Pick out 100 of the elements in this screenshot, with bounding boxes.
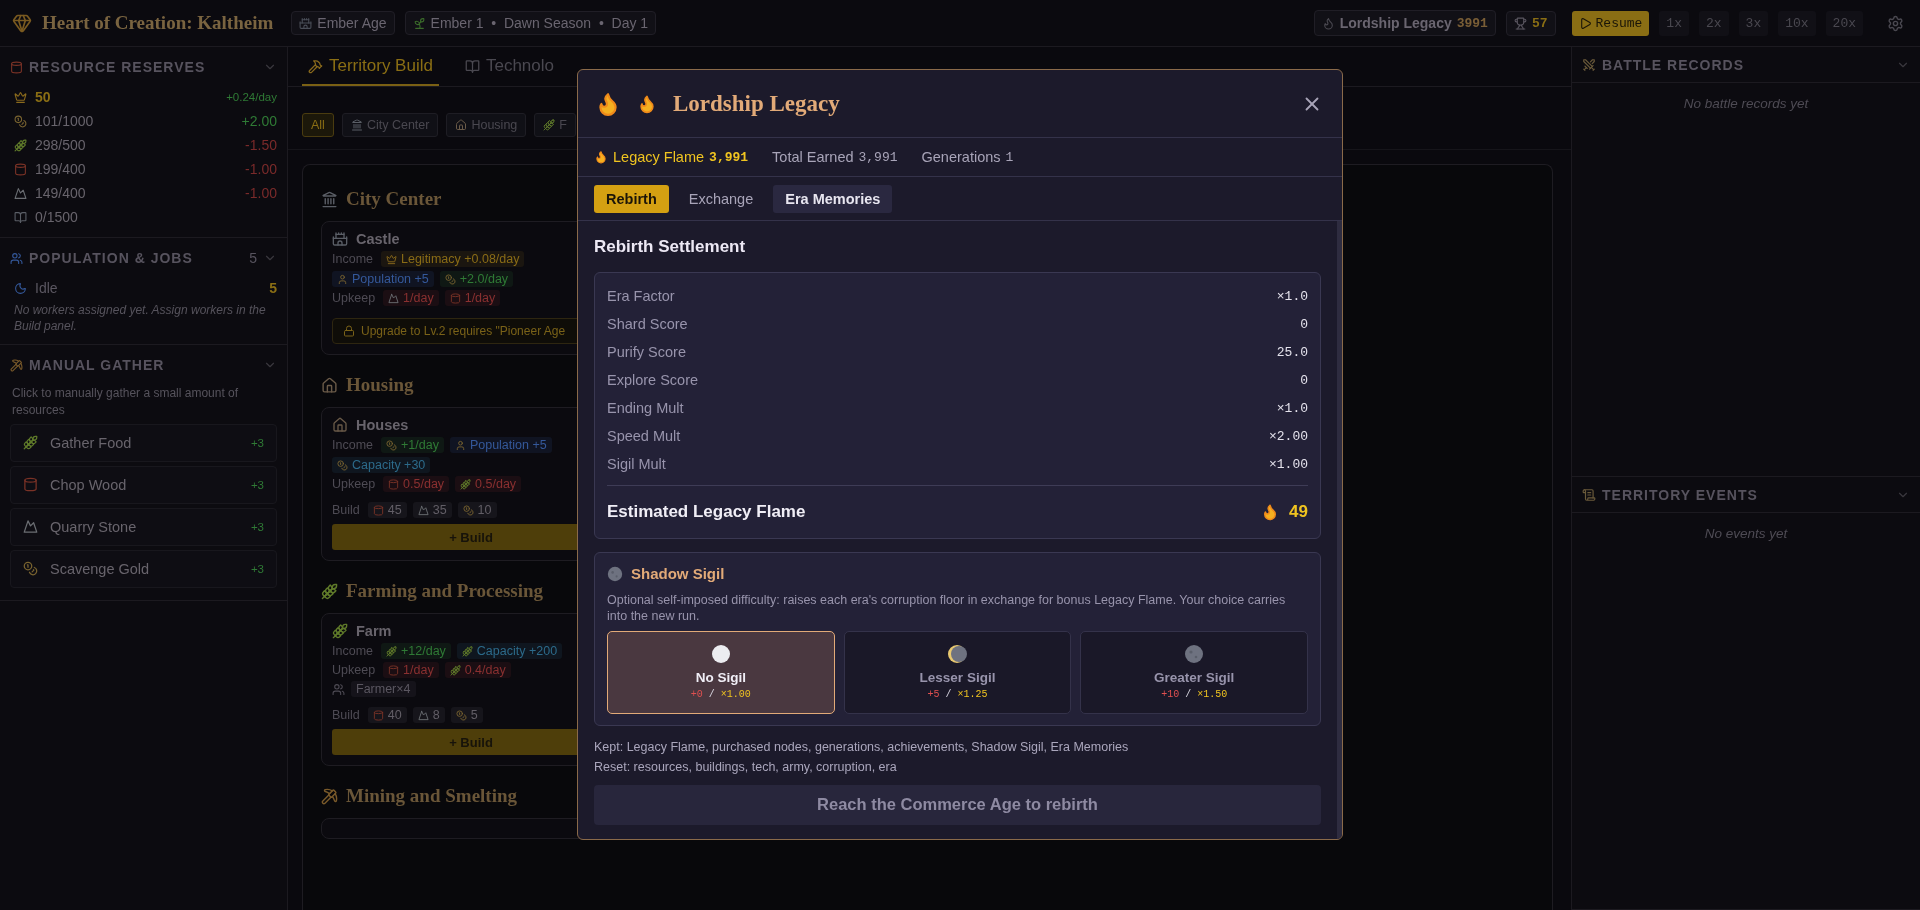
speed-button[interactable]: 2x [1698,10,1729,36]
legacy-button[interactable]: Lordship Legacy 3991 [1313,10,1496,36]
resource-value: 298/500 [35,137,87,153]
income-tag: +12/day [381,643,451,659]
stat-label: Total Earned [772,149,854,165]
coins-icon [386,439,397,451]
row-label: Upkeep [332,663,376,677]
crescent-moon-icon [947,644,968,664]
person-icon [337,273,348,285]
resource-value: 149/400 [35,185,87,201]
trophy-button[interactable]: 57 [1505,10,1556,36]
wheat-icon [543,119,556,131]
house-icon [332,417,348,433]
gather-button[interactable]: Chop Wood +3 [10,465,277,504]
idle-label: Idle [35,280,59,296]
coins-icon [455,709,467,721]
building-icon [350,119,363,131]
empty-message: No events yet [1703,525,1789,541]
score-label: Speed Mult [607,428,681,444]
settings-icon [1887,14,1904,32]
wheat-icon [449,664,461,676]
coins-icon [23,561,38,577]
sigil-option[interactable]: Greater Sigil +10 / ×1.50 [1080,630,1308,714]
era-badge: Ember Age [291,11,395,35]
stat-label: Legacy Flame [613,149,705,165]
resume-button[interactable]: Resume [1571,10,1650,36]
worker-tag: Farmer×4 [351,681,416,697]
gather-button[interactable]: Quarry Stone +3 [10,507,277,546]
stat-label: Generations [921,149,1001,165]
house-icon [455,119,468,131]
rock-icon [388,292,400,304]
rock-icon [23,519,38,535]
score-label: Purify Score [607,344,686,360]
speed-button[interactable]: 20x [1825,10,1863,36]
row-label: Income [332,438,373,452]
wheat-icon [332,623,348,639]
sigil-title: Shadow Sigil [631,565,725,582]
new-moon-icon [1184,644,1205,664]
cost-tag: 10 [457,502,497,518]
upkeep-tag: 0.4/day [444,662,511,678]
app-title: Heart of Creation: Kaltheim [42,12,274,34]
dialog-tab[interactable]: Rebirth [594,184,669,213]
filter-chip[interactable]: City Center [341,113,439,137]
filter-chip[interactable]: F [534,113,576,137]
wheat-icon [23,435,38,451]
empty-message: No battle records yet [1682,95,1810,111]
resource-rate: -1.00 [245,161,277,177]
speed-button[interactable]: 10x [1778,10,1816,36]
upkeep-tag: 1/day [444,290,501,306]
coins-icon [444,273,456,285]
coins-icon [337,459,348,471]
wheat-icon [461,645,473,657]
sigil-option[interactable]: No Sigil +0 / ×1.00 [607,630,835,714]
speed-button[interactable]: 1x [1659,10,1689,36]
log-icon [449,292,461,304]
section-title: TERRITORY EVENTS [1602,486,1759,503]
row-label: Upkeep [332,291,376,305]
wheat-icon [386,645,397,657]
speed-button[interactable]: 3x [1738,10,1769,36]
filter-chip[interactable]: Housing [446,113,527,137]
score-label: Sigil Mult [607,456,666,472]
coins-icon [462,504,474,516]
upkeep-tag: 0.5/day [455,476,522,492]
log-icon [372,504,384,516]
log-icon [372,709,384,721]
resource-rate: +0.24/day [226,91,277,103]
cost-tag: 8 [412,707,445,723]
cost-tag: 35 [412,502,452,518]
row-label: Income [332,252,373,266]
rock-icon [417,504,429,516]
castle-icon [332,231,348,247]
lock-icon [343,325,355,337]
resource-rate: -1.50 [245,137,277,153]
trophy-icon [1513,16,1527,30]
income-tag: Population +5 [449,437,552,453]
sigil-option[interactable]: Lesser Sigil +5 / ×1.25 [843,630,1072,714]
score-value: 0 [1300,316,1308,332]
rock-icon [14,186,27,200]
filter-chip[interactable]: All [302,113,334,137]
tab[interactable]: Technolo [458,56,560,86]
idle-count: 5 [269,280,277,296]
dialog-tab[interactable]: Exchange [676,184,766,213]
log-icon [10,60,23,74]
flame-icon [637,93,657,114]
gather-button[interactable]: Gather Food +3 [10,423,277,462]
wheat-icon [321,582,338,600]
score-value: ×1.0 [1276,400,1308,416]
dialog-tab[interactable]: Era Memories [773,184,893,213]
section-heading: Mining and Smelting [346,785,518,807]
score-label: Ending Mult [607,400,684,416]
rock-icon [417,709,429,721]
row-label: Income [332,644,373,658]
tab[interactable]: Territory Build [302,56,439,86]
building-icon [321,190,338,208]
income-tag: Population +5 [332,271,434,287]
coins-icon [14,114,27,128]
swords-icon [1582,57,1596,72]
log-icon [14,162,27,176]
gather-button[interactable]: Scavenge Gold +3 [10,549,277,588]
resource-value: 101/1000 [35,113,95,129]
